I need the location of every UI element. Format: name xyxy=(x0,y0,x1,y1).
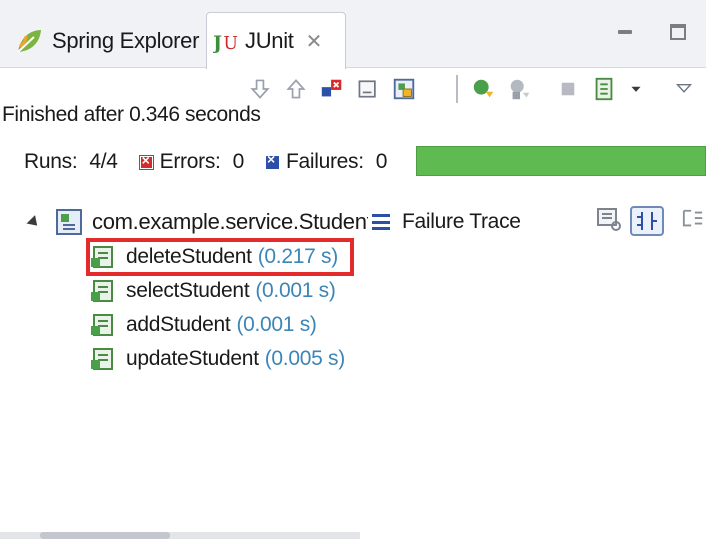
error-icon xyxy=(138,152,154,170)
expand-collapse-icon[interactable] xyxy=(26,214,42,230)
compare-result-icon[interactable] xyxy=(630,206,664,238)
maximize-button[interactable] xyxy=(670,24,686,40)
tab-junit[interactable]: J U JUnit ✕ xyxy=(206,12,346,69)
tree-root-suite[interactable]: com.example.service.StudentServiceTest xyxy=(26,206,368,238)
history-dropdown-icon[interactable] xyxy=(622,75,650,103)
test-suite-icon xyxy=(56,209,82,235)
scrollbar-thumb[interactable] xyxy=(40,532,170,539)
tree-item-test-case[interactable]: selectStudent (0.001 s) xyxy=(90,275,336,307)
svg-text:J: J xyxy=(213,32,222,54)
tab-label: JUnit xyxy=(245,28,294,53)
failure-trace-header: Failure Trace xyxy=(372,206,521,238)
test-case-passed-icon xyxy=(91,348,113,370)
runs-value: 4/4 xyxy=(89,150,118,173)
view-tab-bar: Spring Explorer J U JUnit ✕ xyxy=(0,0,706,69)
failures-value: 0 xyxy=(375,150,388,173)
next-failure-icon[interactable] xyxy=(246,75,274,103)
tab-spring-explorer[interactable]: Spring Explorer xyxy=(14,14,199,68)
tree-item-test-case[interactable]: updateStudent (0.005 s) xyxy=(90,343,345,375)
failure-trace-label: Failure Trace xyxy=(402,210,521,233)
lock-layout-icon[interactable] xyxy=(390,75,418,103)
list-icon xyxy=(372,214,390,230)
rerun-test-icon[interactable] xyxy=(470,75,498,103)
tree-item-test-case[interactable]: addStudent (0.001 s) xyxy=(90,309,317,341)
junit-icon: J U xyxy=(213,32,238,54)
filter-stack-trace-icon[interactable] xyxy=(596,206,622,238)
selection-highlight-box xyxy=(86,238,354,276)
test-case-passed-icon xyxy=(91,314,113,336)
copy-trace-icon[interactable] xyxy=(682,206,704,238)
test-name: updateStudent xyxy=(126,347,259,370)
suite-label: com.example.service.StudentServiceTest xyxy=(92,209,368,234)
runs-label: Runs: xyxy=(24,150,78,173)
runs-counter: Runs: 4/4 xyxy=(24,150,118,174)
run-status-text: Finished after 0.346 seconds xyxy=(2,103,261,126)
errors-label: Errors: xyxy=(159,150,221,173)
test-run-history-icon[interactable] xyxy=(590,75,618,103)
test-duration: (0.005 s) xyxy=(264,347,345,370)
show-failures-only-icon[interactable] xyxy=(318,75,346,103)
errors-value: 0 xyxy=(232,150,245,173)
tab-label: Spring Explorer xyxy=(52,28,200,53)
test-name: selectStudent xyxy=(126,279,250,302)
minimize-button[interactable] xyxy=(618,30,632,34)
toolbar-separator xyxy=(456,75,458,103)
errors-counter: Errors: 0 xyxy=(118,150,244,174)
failures-label: Failures: xyxy=(285,150,364,173)
svg-text:U: U xyxy=(223,34,237,54)
suite-label-clip: com.example.service.StudentServiceTest xyxy=(92,209,368,235)
close-icon[interactable]: ✕ xyxy=(306,29,323,54)
rerun-failed-first-icon[interactable] xyxy=(506,75,534,103)
failure-icon xyxy=(265,151,279,169)
previous-failure-icon[interactable] xyxy=(282,75,310,103)
scroll-lock-icon[interactable] xyxy=(354,75,382,103)
failures-counter: Failures: 0 xyxy=(244,150,387,174)
view-menu-icon[interactable] xyxy=(670,75,698,103)
stop-icon[interactable] xyxy=(554,75,582,103)
test-name: addStudent xyxy=(126,313,231,336)
test-duration: (0.001 s) xyxy=(236,313,317,336)
leaf-icon xyxy=(17,30,41,53)
test-case-passed-icon xyxy=(91,280,113,302)
test-duration: (0.001 s) xyxy=(255,279,336,302)
horizontal-scrollbar[interactable] xyxy=(0,532,360,539)
test-progress-bar xyxy=(416,146,706,176)
